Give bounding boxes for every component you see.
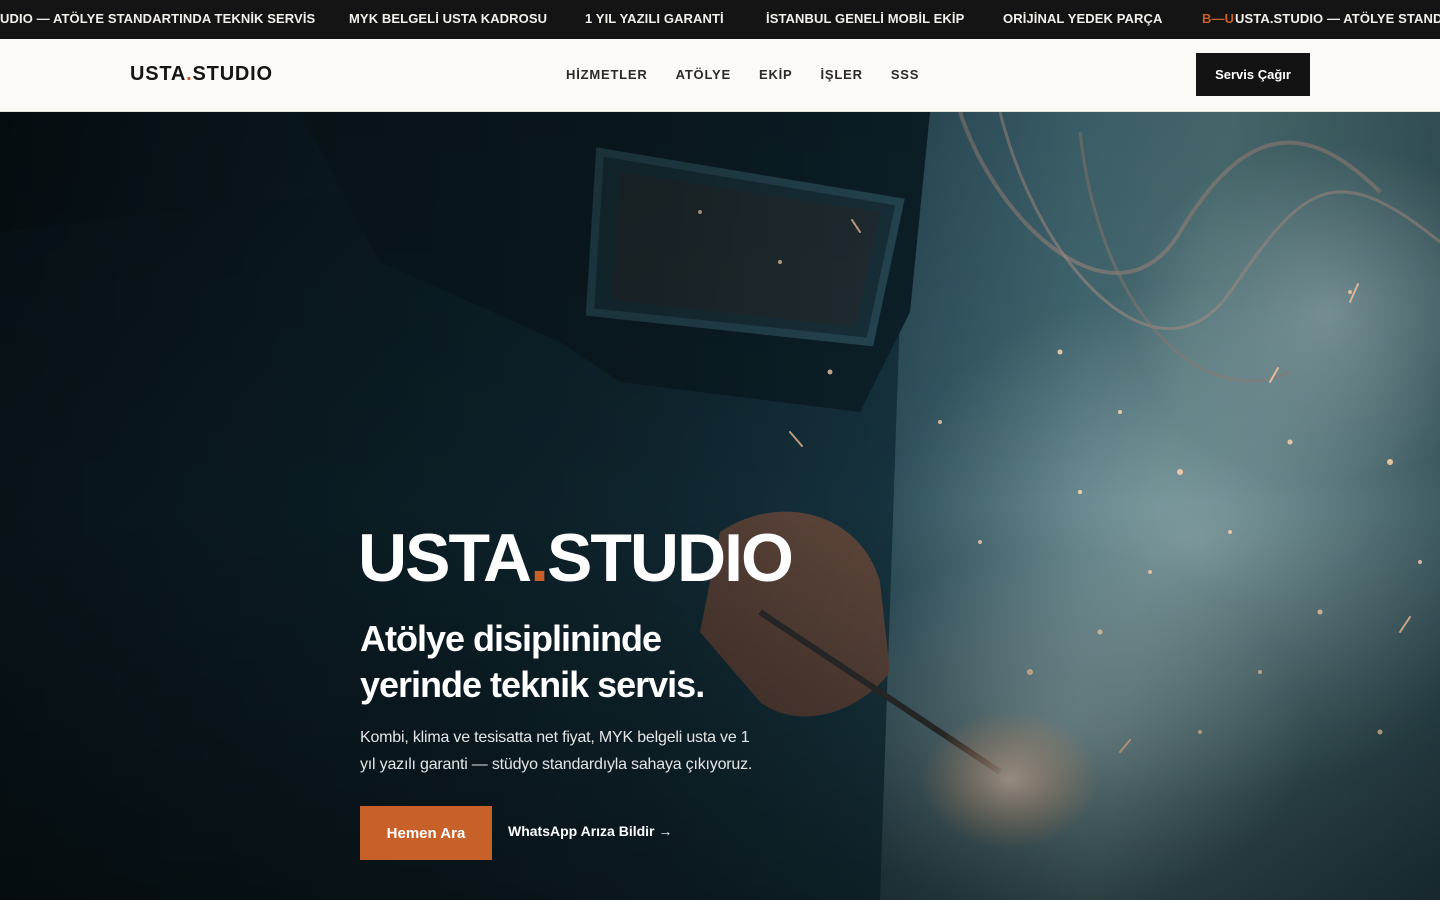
hero-title-dot: . — [530, 520, 549, 596]
hero-subtitle-line: yerinde teknik servis. — [360, 664, 705, 705]
nav-link-isler[interactable]: İŞLER — [821, 67, 863, 82]
hero-subtitle-line: Atölye disiplininde — [360, 618, 662, 659]
ticker-accent-mark: B—U — [1202, 11, 1235, 26]
hero-section: USTA.STUDIO Atölye disiplininde yerinde … — [0, 112, 1440, 900]
hero-description-line: yıl yazılı garanti — stüdyo standardıyla… — [360, 756, 753, 773]
nav-link-sss[interactable]: SSS — [891, 67, 919, 82]
logo[interactable]: USTA.STUDIO — [130, 63, 273, 86]
nav-link-atolye[interactable]: ATÖLYE — [676, 67, 731, 82]
hero-title-part1: USTA — [358, 520, 532, 596]
nav-link-hizmetler[interactable]: HİZMETLER — [566, 67, 648, 82]
hero-title: USTA.STUDIO — [358, 524, 794, 592]
nav-link-ekip[interactable]: EKİP — [759, 67, 793, 82]
hero-description: Kombi, klima ve tesisatta net fiyat, MYK… — [360, 724, 780, 778]
hero-description-line: Kombi, klima ve tesisatta net fiyat, MYK… — [360, 729, 750, 746]
ticker-item: ORİJİNAL YEDEK PARÇA — [1003, 11, 1163, 26]
call-now-button[interactable]: Hemen Ara — [360, 806, 492, 860]
logo-text: USTA — [130, 63, 187, 85]
main-nav: HİZMETLER ATÖLYE EKİP İŞLER SSS — [566, 67, 919, 82]
call-service-button[interactable]: Servis Çağır — [1196, 53, 1310, 96]
logo-text-2: STUDIO — [192, 63, 273, 85]
ticker-item: 1 YIL YAZILI GARANTİ — [585, 11, 724, 26]
hero-overlay — [0, 112, 1440, 900]
ticker-item: MYK BELGELİ USTA KADROSU — [349, 11, 548, 26]
hero-subtitle: Atölye disiplininde yerinde teknik servi… — [360, 616, 705, 708]
site-header: USTA.STUDIO HİZMETLER ATÖLYE EKİP İŞLER … — [0, 39, 1440, 112]
ticker-item: UDIO — ATÖLYE STANDARTINDA TEKNİK SERVİS — [0, 11, 316, 26]
ticker-item: İSTANBUL GENELİ MOBİL EKİP — [766, 11, 965, 26]
ticker-item: USTA.STUDIO — ATÖLYE STANDA — [1235, 11, 1440, 26]
whatsapp-report-link[interactable]: WhatsApp Arıza Bildir → — [508, 823, 672, 839]
hero-title-part2: STUDIO — [546, 520, 794, 596]
announcement-ticker: UDIO — ATÖLYE STANDARTINDA TEKNİK SERVİS… — [0, 0, 1440, 39]
